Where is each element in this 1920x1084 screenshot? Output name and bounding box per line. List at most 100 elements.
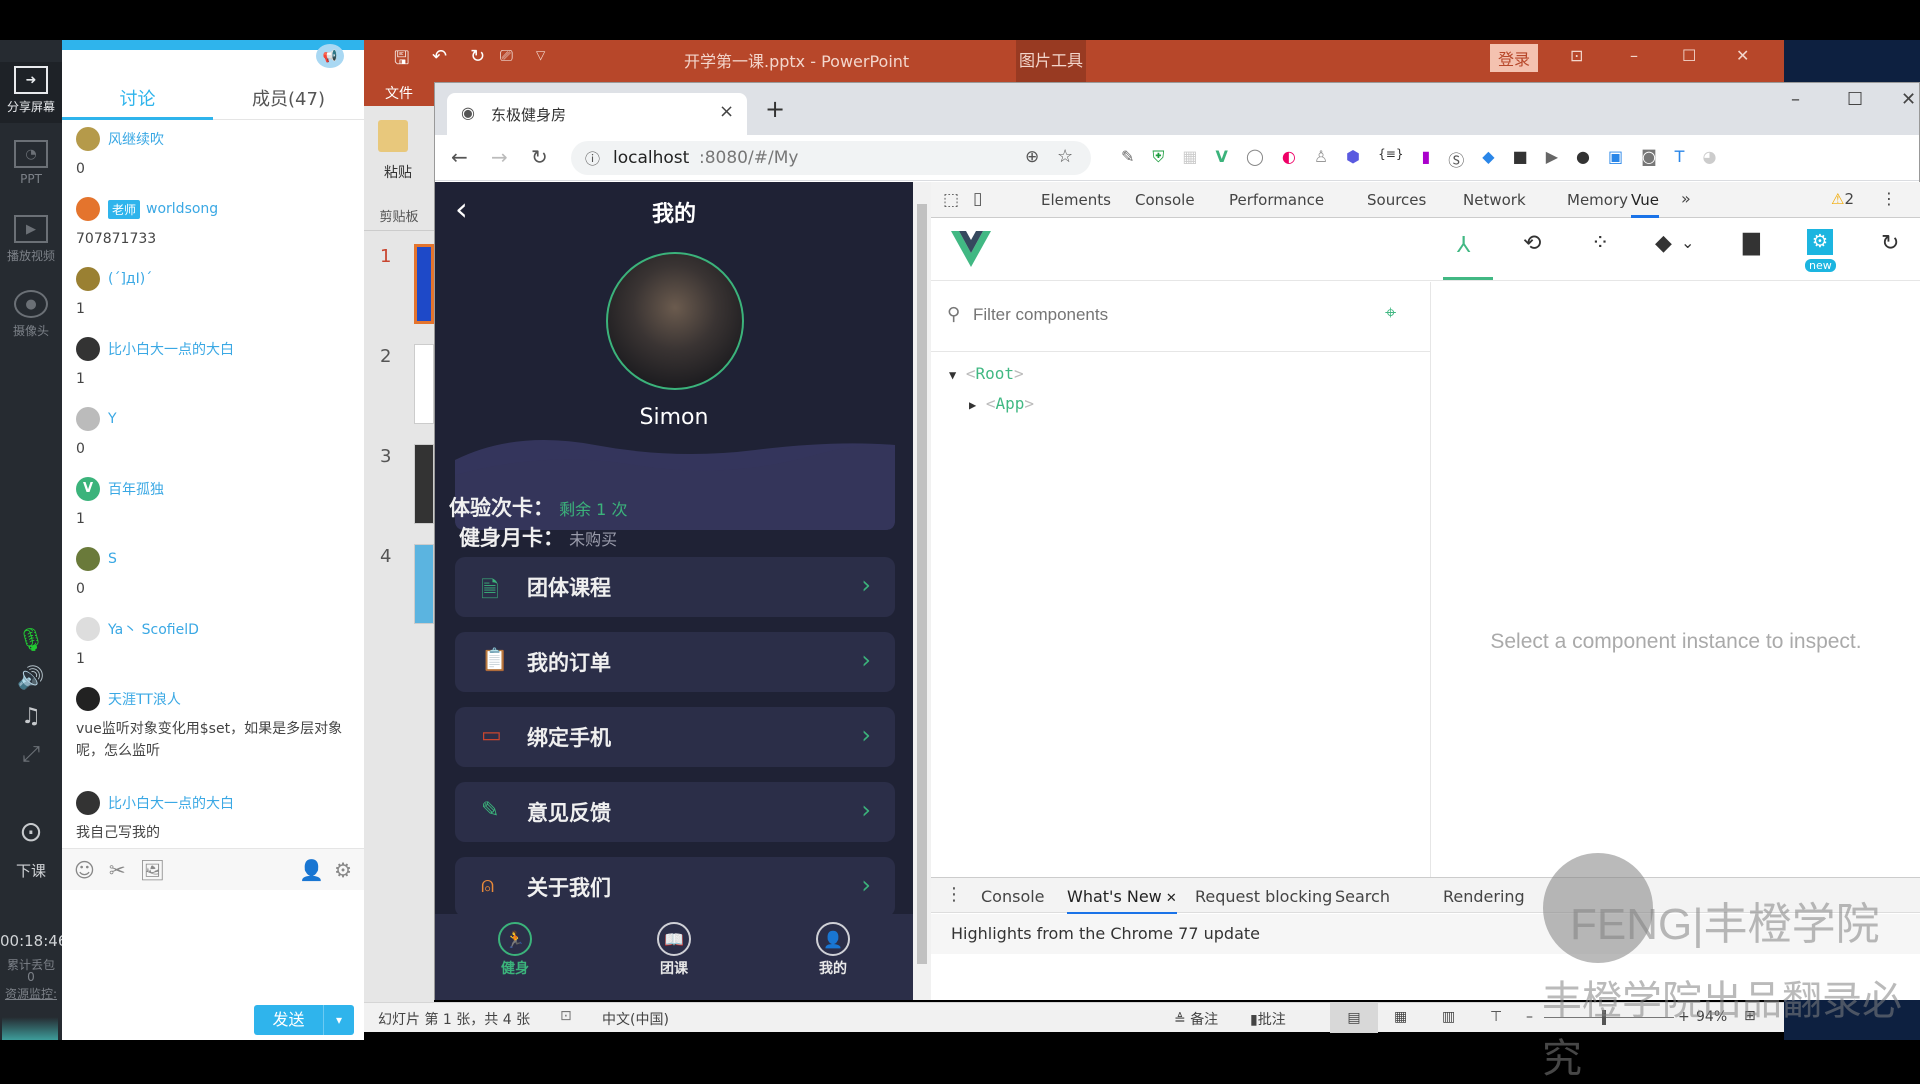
address-bar[interactable]: ⓘ localhost :8080/#/My ⊕ ☆ [571, 141, 1091, 175]
note-extension-icon[interactable]: ◆ [1482, 147, 1494, 171]
slide-sorter-icon[interactable]: ▦ [1394, 1009, 1407, 1025]
devtools-tab-elements[interactable]: Elements [1041, 191, 1111, 209]
zoom-icon[interactable]: ⊕ [1025, 147, 1039, 167]
json-extension-icon[interactable]: {≡} [1378, 147, 1403, 171]
devtools-tab-memory[interactable]: Memory [1567, 191, 1628, 209]
whats-new-headline[interactable]: Highlights from the Chrome 77 update [951, 924, 1260, 943]
more-tabs-button[interactable]: » [1681, 189, 1691, 208]
reload-icon[interactable]: ↻ [531, 145, 548, 169]
circle-extension-icon[interactable]: ◯ [1246, 147, 1264, 171]
drawer-tab[interactable]: What's New ✕ [1067, 887, 1177, 915]
devtools-tab-console[interactable]: Console [1135, 191, 1195, 209]
vue-extension-icon[interactable]: V [1216, 147, 1228, 171]
close-icon[interactable]: ✕ [1736, 46, 1749, 65]
menu-item[interactable]: ▭ 绑定手机 › [455, 707, 895, 767]
r-extension-icon[interactable]: ⬢ [1346, 147, 1360, 171]
avatar[interactable] [76, 127, 100, 151]
avatar[interactable] [76, 267, 100, 291]
warnings-badge[interactable]: ⚠2 [1831, 190, 1854, 208]
drawer-menu-icon[interactable]: ⋮ [945, 884, 963, 905]
spell-check-icon[interactable]: ⊡ [560, 1008, 572, 1024]
devtools-tab-network[interactable]: Network [1463, 191, 1526, 209]
settings-icon[interactable]: ⚙ [1807, 229, 1833, 255]
browser-tab[interactable]: ◉ 东极健身房 × [447, 93, 747, 135]
t-extension-icon[interactable]: T [1675, 147, 1685, 171]
scrollbar-thumb[interactable] [917, 204, 927, 964]
timeline-history-icon[interactable]: ⟲ [1523, 231, 1541, 256]
speaker-icon[interactable]: 🔊 [0, 666, 62, 691]
reading-view-icon[interactable]: ▥ [1442, 1009, 1455, 1025]
slide-thumbnail[interactable] [414, 244, 434, 324]
back-icon[interactable]: ← [451, 145, 468, 169]
play-video-button[interactable]: ▶ 播放视频 [0, 215, 62, 264]
components-tab-icon[interactable]: ⅄ [1457, 233, 1470, 258]
file-tab[interactable]: 文件 [364, 82, 434, 106]
end-class-icon[interactable]: ⊙ [0, 815, 62, 848]
message-author[interactable]: 天涯TT浪人 [108, 689, 181, 709]
fullscreen-icon[interactable]: ⤢ [0, 742, 62, 767]
message-author[interactable]: S [108, 551, 117, 567]
drawer-tab[interactable]: Search [1335, 887, 1390, 906]
menu-item[interactable]: 🗎 团体课程 › [455, 557, 895, 617]
new-extension-icon[interactable]: ▣ [1608, 147, 1623, 171]
grid-extension-icon[interactable]: ▦ [1182, 147, 1197, 171]
menu-item[interactable]: ✎ 意见反馈 › [455, 782, 895, 842]
forward-icon[interactable]: → [491, 145, 508, 169]
close-tab-icon[interactable]: ✕ [1162, 891, 1177, 906]
undo-icon[interactable]: ↶ [432, 46, 447, 67]
minimize-icon[interactable]: – [1791, 89, 1800, 110]
comments-button[interactable]: ▮批注 [1250, 1009, 1286, 1029]
customize-qat-icon[interactable]: ▽ [536, 48, 545, 62]
slide-thumbnail[interactable] [414, 444, 434, 524]
notes-button[interactable]: ≜ 备注 [1174, 1009, 1218, 1029]
avatar[interactable]: V [76, 477, 100, 501]
camera-extension-icon[interactable]: ◙ [1641, 147, 1657, 171]
resource-monitor-label[interactable]: 资源监控: [0, 985, 62, 1002]
drawer-tab[interactable]: Request blocking [1195, 887, 1332, 906]
avatar[interactable] [76, 547, 100, 571]
music-icon[interactable]: ♫ [0, 704, 62, 729]
tree-node-root[interactable]: ▼ <Root> [949, 364, 1024, 383]
inspect-element-icon[interactable]: ⬚ [943, 190, 959, 210]
send-button[interactable]: 发送 [254, 1005, 324, 1035]
menu-item[interactable]: 📋 我的订单 › [455, 632, 895, 692]
collapsed-arrow-icon[interactable]: ▶ [969, 398, 976, 412]
emoji-icon[interactable]: ☺ [74, 858, 95, 882]
language-label[interactable]: 中文(中国) [602, 1009, 669, 1029]
slideshow-view-icon[interactable]: ⊤ [1490, 1009, 1502, 1025]
message-author[interactable]: 风继续吹 [108, 129, 164, 149]
avatar[interactable] [76, 407, 100, 431]
normal-view-icon[interactable]: ▤ [1330, 1003, 1378, 1033]
slideshow-icon[interactable]: ⎚ [500, 46, 513, 66]
page-scrollbar[interactable] [913, 182, 931, 1000]
tab-mine[interactable]: 👤 我的 [793, 922, 873, 978]
zoom-out-button[interactable]: – [1526, 1009, 1533, 1025]
maximize-icon[interactable]: ☐ [1847, 89, 1863, 110]
close-tab-button[interactable]: × [719, 101, 734, 122]
close-icon[interactable]: ✕ [1901, 89, 1916, 110]
filter-components-input[interactable] [973, 300, 1353, 330]
devtools-tab-sources[interactable]: Sources [1367, 191, 1426, 209]
rp-extension-icon[interactable]: ▮ [1421, 147, 1430, 171]
avatar[interactable] [76, 791, 100, 815]
message-author[interactable]: worldsong [146, 201, 218, 217]
tab-group-class[interactable]: 📖 团课 [634, 922, 714, 978]
send-options-dropdown[interactable]: ▾ [324, 1005, 354, 1035]
microphone-icon[interactable]: 🎙 [0, 628, 62, 653]
tab-discussion[interactable]: 讨论 [62, 80, 213, 120]
info-icon[interactable]: ⓘ [585, 148, 600, 169]
chat-extension-icon[interactable]: ● [1576, 147, 1590, 171]
redo-icon[interactable]: ↻ [470, 46, 485, 67]
avatar[interactable] [606, 252, 744, 390]
avatar[interactable] [76, 337, 100, 361]
play-extension-icon[interactable]: ▶ [1546, 147, 1558, 171]
expanded-arrow-icon[interactable]: ▼ [949, 368, 956, 382]
profile-avatar[interactable]: ◕ [1702, 147, 1716, 171]
refresh-icon[interactable]: ↻ [1881, 231, 1899, 256]
avatar[interactable] [76, 687, 100, 711]
tree-node-app[interactable]: ▶ <App> [969, 394, 1034, 413]
message-author[interactable]: 比小白大一点的大白 [108, 339, 234, 359]
devtools-tab-vue[interactable]: Vue [1631, 191, 1659, 218]
end-class-label[interactable]: 下课 [0, 860, 62, 881]
s-extension-icon[interactable]: Ⓢ [1448, 147, 1464, 171]
